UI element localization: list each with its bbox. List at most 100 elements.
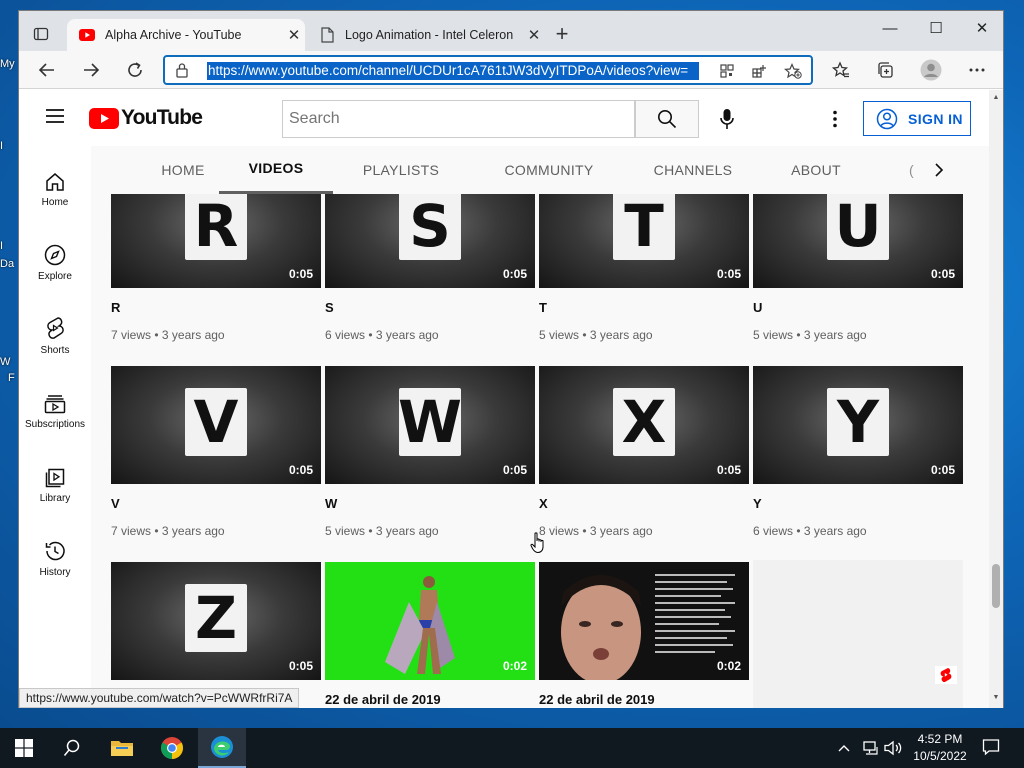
- sidebar-item-history[interactable]: History: [19, 532, 91, 592]
- settings-more-button[interactable]: [963, 56, 991, 84]
- video-card[interactable]: 0:02 22 de abril de 2019: [325, 562, 535, 708]
- tab-community[interactable]: COMMUNITY: [493, 146, 605, 194]
- profile-button[interactable]: [917, 56, 945, 84]
- favorites-button[interactable]: [827, 56, 855, 84]
- video-thumbnail[interactable]: Y 0:05: [753, 366, 963, 484]
- video-card[interactable]: W 0:05 W 5 views • 3 years ago: [325, 366, 535, 552]
- video-card[interactable]: 0:02 22 de abril de 2019: [539, 562, 749, 708]
- tab-close-icon[interactable]: ✕: [523, 26, 545, 44]
- video-card[interactable]: Z 0:05: [111, 562, 321, 708]
- windows-logo-icon: [15, 739, 33, 757]
- youtube-logo[interactable]: YouTube: [89, 106, 203, 130]
- video-card[interactable]: Y 0:05 Y 6 views • 3 years ago: [753, 366, 963, 552]
- video-thumbnail[interactable]: X 0:05: [539, 366, 749, 484]
- address-bar[interactable]: https://www.youtube.com/channel/UCDUr1cA…: [163, 55, 813, 85]
- tab-about[interactable]: ABOUT: [781, 146, 851, 194]
- desktop-icon-label[interactable]: My: [0, 58, 15, 70]
- page-scrollbar[interactable]: ▲ ▼: [989, 90, 1003, 708]
- qr-code-icon[interactable]: [717, 62, 737, 80]
- video-title[interactable]: R: [111, 300, 120, 315]
- settings-button[interactable]: [823, 106, 847, 132]
- video-thumbnail[interactable]: 0:02: [539, 562, 749, 680]
- sign-in-button[interactable]: SIGN IN: [863, 101, 971, 136]
- video-thumbnail[interactable]: W 0:05: [325, 366, 535, 484]
- video-title[interactable]: X: [539, 496, 548, 511]
- desktop-icon-label[interactable]: F: [8, 372, 15, 384]
- video-title[interactable]: Y: [753, 496, 762, 511]
- menu-button[interactable]: [45, 108, 65, 129]
- app-available-icon[interactable]: [749, 62, 769, 80]
- video-card[interactable]: V 0:05 V 7 views • 3 years ago: [111, 366, 321, 552]
- sidebar-item-home[interactable]: Home: [19, 162, 91, 222]
- tab-home[interactable]: HOME: [139, 146, 227, 194]
- close-window-button[interactable]: ✕: [959, 15, 1005, 43]
- back-button[interactable]: [33, 56, 61, 84]
- lock-icon[interactable]: [175, 62, 189, 83]
- video-title[interactable]: W: [325, 496, 337, 511]
- video-thumbnail[interactable]: Z 0:05: [111, 562, 321, 680]
- tab-actions-button[interactable]: [27, 21, 55, 47]
- taskbar-search-button[interactable]: [48, 728, 96, 768]
- video-thumbnail[interactable]: T 0:05: [539, 194, 749, 288]
- video-card[interactable]: X 0:05 X 8 views • 3 years ago: [539, 366, 749, 552]
- sidebar-item-subscriptions[interactable]: Subscriptions: [19, 384, 91, 444]
- search-box[interactable]: [282, 100, 635, 138]
- search-input[interactable]: [283, 101, 634, 137]
- video-thumbnail[interactable]: S 0:05: [325, 194, 535, 288]
- video-duration: 0:05: [930, 267, 955, 281]
- scroll-up-icon[interactable]: ▲: [991, 94, 1001, 101]
- network-button[interactable]: [862, 740, 880, 759]
- address-url[interactable]: https://www.youtube.com/channel/UCDUr1cA…: [207, 62, 699, 80]
- desktop-icon-label[interactable]: Da: [0, 258, 14, 270]
- minimize-button[interactable]: —: [867, 15, 913, 43]
- sidebar-item-library[interactable]: Library: [19, 458, 91, 518]
- scrollbar-thumb[interactable]: [992, 564, 1000, 608]
- forward-button[interactable]: [77, 56, 105, 84]
- favorites-icon: [832, 61, 849, 78]
- collections-button[interactable]: [871, 56, 899, 84]
- show-hidden-icons-button[interactable]: [838, 740, 850, 755]
- tab-videos[interactable]: VIDEOS: [219, 146, 333, 194]
- desktop-icon-label[interactable]: W: [0, 356, 10, 368]
- video-thumbnail[interactable]: 0:02: [325, 562, 535, 680]
- voice-search-button[interactable]: [715, 106, 739, 132]
- video-thumbnail[interactable]: R 0:05: [111, 194, 321, 288]
- video-title[interactable]: V: [111, 496, 120, 511]
- sidebar-item-shorts[interactable]: Shorts: [19, 310, 91, 370]
- volume-button[interactable]: [884, 740, 902, 759]
- scroll-down-icon[interactable]: ▼: [991, 694, 1001, 701]
- tab-search-fragment[interactable]: (: [909, 146, 914, 194]
- taskbar-edge[interactable]: [198, 728, 246, 768]
- sidebar-item-explore[interactable]: Explore: [19, 236, 91, 296]
- add-favorite-icon[interactable]: [783, 62, 803, 80]
- youtube-logo-icon: [89, 107, 119, 129]
- video-title[interactable]: 22 de abril de 2019: [539, 692, 655, 707]
- desktop-icon-label[interactable]: I: [0, 140, 3, 152]
- video-title[interactable]: 22 de abril de 2019: [325, 692, 441, 707]
- tab-playlists[interactable]: PLAYLISTS: [353, 146, 449, 194]
- tab-close-icon[interactable]: ✕: [283, 26, 305, 44]
- start-button[interactable]: [0, 728, 48, 768]
- tabs-scroll-right-button[interactable]: [927, 158, 951, 182]
- video-thumbnail[interactable]: V 0:05: [111, 366, 321, 484]
- tab-logo-animation[interactable]: Logo Animation - Intel Celeron ✕: [307, 19, 545, 51]
- taskbar-clock[interactable]: 4:52 PM 10/5/2022: [906, 731, 974, 765]
- video-thumbnail[interactable]: U 0:05: [753, 194, 963, 288]
- search-button[interactable]: [635, 100, 699, 138]
- video-title[interactable]: S: [325, 300, 334, 315]
- video-title[interactable]: T: [539, 300, 547, 315]
- desktop-icon-label[interactable]: I: [0, 240, 3, 252]
- video-card[interactable]: S 0:05 S 6 views • 3 years ago: [325, 194, 535, 356]
- refresh-button[interactable]: [121, 56, 149, 84]
- tab-channels[interactable]: CHANNELS: [647, 146, 739, 194]
- taskbar-file-explorer[interactable]: [98, 728, 146, 768]
- new-tab-button[interactable]: +: [549, 21, 575, 47]
- video-card[interactable]: T 0:05 T 5 views • 3 years ago: [539, 194, 749, 356]
- video-card[interactable]: R 0:05 R 7 views • 3 years ago: [111, 194, 321, 356]
- video-title[interactable]: U: [753, 300, 762, 315]
- notifications-button[interactable]: [982, 738, 1000, 759]
- taskbar-chrome[interactable]: [148, 728, 196, 768]
- video-card[interactable]: U 0:05 U 5 views • 3 years ago: [753, 194, 963, 356]
- maximize-button[interactable]: ☐: [913, 15, 959, 43]
- tab-youtube[interactable]: Alpha Archive - YouTube ✕: [67, 19, 305, 51]
